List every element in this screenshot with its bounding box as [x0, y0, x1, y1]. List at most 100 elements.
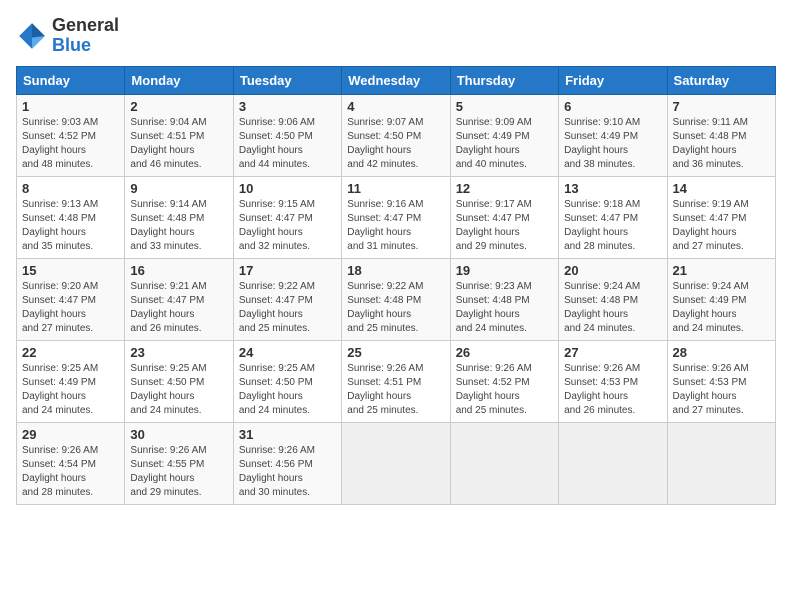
day-info: Sunrise: 9:26 AMSunset: 4:56 PMDaylight … [239, 444, 336, 500]
day-cell: 31Sunrise: 9:26 AMSunset: 4:56 PMDayligh… [233, 422, 341, 504]
day-cell: 30 Sunrise: 9:26 AMSunset: 4:55 PMDayligh… [125, 422, 233, 504]
day-number: 19 [456, 263, 553, 278]
day-info: Sunrise: 9:19 AMSunset: 4:47 PMDaylight … [673, 198, 770, 254]
day-number: 12 [456, 181, 553, 196]
day-cell: 4 Sunrise: 9:07 AMSunset: 4:50 PMDaylight… [342, 94, 450, 176]
page-header: General Blue [16, 16, 776, 56]
day-number: 15 [22, 263, 119, 278]
day-cell: 16 Sunrise: 9:21 AMSunset: 4:47 PMDayligh… [125, 258, 233, 340]
day-info: Sunrise: 9:26 AMSunset: 4:55 PMDaylight … [130, 444, 227, 500]
day-info: Sunrise: 9:20 AMSunset: 4:47 PMDaylight … [22, 280, 119, 336]
day-cell: 20Sunrise: 9:24 AMSunset: 4:48 PMDayligh… [559, 258, 667, 340]
day-cell: 10Sunrise: 9:15 AMSunset: 4:47 PMDayligh… [233, 176, 341, 258]
day-cell: 1 Sunrise: 9:03 AMSunset: 4:52 PMDaylight… [17, 94, 125, 176]
calendar-header-row: SundayMondayTuesdayWednesdayThursdayFrid… [17, 66, 776, 94]
week-row-2: 8Sunrise: 9:13 AMSunset: 4:48 PMDaylight… [17, 176, 776, 258]
day-info: Sunrise: 9:10 AMSunset: 4:49 PMDaylight … [564, 116, 661, 172]
column-header-thursday: Thursday [450, 66, 558, 94]
day-info: Sunrise: 9:26 AMSunset: 4:52 PMDaylight … [456, 362, 553, 418]
day-cell: 27 Sunrise: 9:26 AMSunset: 4:53 PMDayligh… [559, 340, 667, 422]
day-info: Sunrise: 9:25 AMSunset: 4:50 PMDaylight … [130, 362, 227, 418]
day-info: Sunrise: 9:26 AMSunset: 4:53 PMDaylight … [673, 362, 770, 418]
day-info: Sunrise: 9:25 AMSunset: 4:49 PMDaylight … [22, 362, 119, 418]
day-number: 27 [564, 345, 661, 360]
day-cell: 26 Sunrise: 9:26 AMSunset: 4:52 PMDayligh… [450, 340, 558, 422]
day-number: 7 [673, 99, 770, 114]
day-number: 16 [130, 263, 227, 278]
column-header-monday: Monday [125, 66, 233, 94]
day-info: Sunrise: 9:16 AMSunset: 4:47 PMDaylight … [347, 198, 444, 254]
column-header-saturday: Saturday [667, 66, 775, 94]
day-cell: 23 Sunrise: 9:25 AMSunset: 4:50 PMDayligh… [125, 340, 233, 422]
day-number: 9 [130, 181, 227, 196]
day-cell: 18 Sunrise: 9:22 AMSunset: 4:48 PMDayligh… [342, 258, 450, 340]
day-cell: 15 Sunrise: 9:20 AMSunset: 4:47 PMDayligh… [17, 258, 125, 340]
day-cell [559, 422, 667, 504]
column-header-friday: Friday [559, 66, 667, 94]
day-info: Sunrise: 9:25 AMSunset: 4:50 PMDaylight … [239, 362, 336, 418]
day-number: 4 [347, 99, 444, 114]
logo-text: General Blue [52, 16, 119, 56]
day-cell: 21Sunrise: 9:24 AMSunset: 4:49 PMDayligh… [667, 258, 775, 340]
day-number: 28 [673, 345, 770, 360]
day-info: Sunrise: 9:22 AMSunset: 4:47 PMDaylight … [239, 280, 336, 336]
week-row-3: 15 Sunrise: 9:20 AMSunset: 4:47 PMDayligh… [17, 258, 776, 340]
day-cell: 19 Sunrise: 9:23 AMSunset: 4:48 PMDayligh… [450, 258, 558, 340]
day-info: Sunrise: 9:26 AMSunset: 4:54 PMDaylight … [22, 444, 119, 500]
day-info: Sunrise: 9:03 AMSunset: 4:52 PMDaylight … [22, 116, 119, 172]
day-cell: 25Sunrise: 9:26 AMSunset: 4:51 PMDayligh… [342, 340, 450, 422]
day-info: Sunrise: 9:26 AMSunset: 4:51 PMDaylight … [347, 362, 444, 418]
week-row-5: 29 Sunrise: 9:26 AMSunset: 4:54 PMDayligh… [17, 422, 776, 504]
logo: General Blue [16, 16, 119, 56]
day-info: Sunrise: 9:17 AMSunset: 4:47 PMDaylight … [456, 198, 553, 254]
day-number: 14 [673, 181, 770, 196]
day-number: 11 [347, 181, 444, 196]
calendar-table: SundayMondayTuesdayWednesdayThursdayFrid… [16, 66, 776, 505]
day-info: Sunrise: 9:07 AMSunset: 4:50 PMDaylight … [347, 116, 444, 172]
day-number: 6 [564, 99, 661, 114]
column-header-sunday: Sunday [17, 66, 125, 94]
day-cell: 17Sunrise: 9:22 AMSunset: 4:47 PMDayligh… [233, 258, 341, 340]
day-number: 1 [22, 99, 119, 114]
day-cell: 9 Sunrise: 9:14 AMSunset: 4:48 PMDaylight… [125, 176, 233, 258]
day-cell: 6 Sunrise: 9:10 AMSunset: 4:49 PMDaylight… [559, 94, 667, 176]
day-info: Sunrise: 9:23 AMSunset: 4:48 PMDaylight … [456, 280, 553, 336]
day-cell: 12 Sunrise: 9:17 AMSunset: 4:47 PMDayligh… [450, 176, 558, 258]
day-number: 30 [130, 427, 227, 442]
column-header-wednesday: Wednesday [342, 66, 450, 94]
week-row-1: 1 Sunrise: 9:03 AMSunset: 4:52 PMDaylight… [17, 94, 776, 176]
day-number: 22 [22, 345, 119, 360]
day-number: 10 [239, 181, 336, 196]
day-number: 24 [239, 345, 336, 360]
day-cell: 2Sunrise: 9:04 AMSunset: 4:51 PMDaylight… [125, 94, 233, 176]
day-number: 5 [456, 99, 553, 114]
day-cell: 7 Sunrise: 9:11 AMSunset: 4:48 PMDaylight… [667, 94, 775, 176]
day-info: Sunrise: 9:09 AMSunset: 4:49 PMDaylight … [456, 116, 553, 172]
day-number: 20 [564, 263, 661, 278]
column-header-tuesday: Tuesday [233, 66, 341, 94]
day-info: Sunrise: 9:11 AMSunset: 4:48 PMDaylight … [673, 116, 770, 172]
day-info: Sunrise: 9:22 AMSunset: 4:48 PMDaylight … [347, 280, 444, 336]
day-number: 23 [130, 345, 227, 360]
day-cell: 28 Sunrise: 9:26 AMSunset: 4:53 PMDayligh… [667, 340, 775, 422]
day-number: 29 [22, 427, 119, 442]
day-cell: 3 Sunrise: 9:06 AMSunset: 4:50 PMDaylight… [233, 94, 341, 176]
day-info: Sunrise: 9:14 AMSunset: 4:48 PMDaylight … [130, 198, 227, 254]
day-info: Sunrise: 9:06 AMSunset: 4:50 PMDaylight … [239, 116, 336, 172]
day-cell [342, 422, 450, 504]
day-info: Sunrise: 9:13 AMSunset: 4:48 PMDaylight … [22, 198, 119, 254]
day-info: Sunrise: 9:26 AMSunset: 4:53 PMDaylight … [564, 362, 661, 418]
day-info: Sunrise: 9:04 AMSunset: 4:51 PMDaylight … [130, 116, 227, 172]
day-cell: 13Sunrise: 9:18 AMSunset: 4:47 PMDayligh… [559, 176, 667, 258]
day-cell: 14 Sunrise: 9:19 AMSunset: 4:47 PMDayligh… [667, 176, 775, 258]
day-cell [450, 422, 558, 504]
day-number: 26 [456, 345, 553, 360]
day-number: 18 [347, 263, 444, 278]
day-info: Sunrise: 9:21 AMSunset: 4:47 PMDaylight … [130, 280, 227, 336]
day-number: 3 [239, 99, 336, 114]
logo-icon [16, 20, 48, 52]
day-cell: 24 Sunrise: 9:25 AMSunset: 4:50 PMDayligh… [233, 340, 341, 422]
day-info: Sunrise: 9:18 AMSunset: 4:47 PMDaylight … [564, 198, 661, 254]
day-cell [667, 422, 775, 504]
calendar-body: 1 Sunrise: 9:03 AMSunset: 4:52 PMDaylight… [17, 94, 776, 504]
